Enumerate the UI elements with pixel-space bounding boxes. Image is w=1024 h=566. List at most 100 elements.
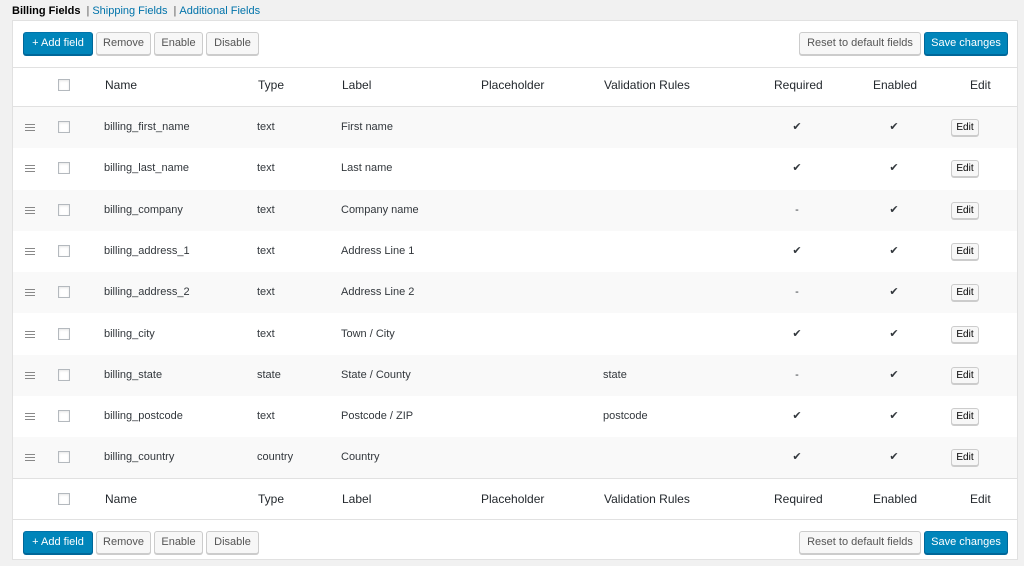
- field-label: Town / City: [341, 327, 395, 340]
- table-row: billing_address_2 text Address Line 2 - ✔ Edi…: [13, 272, 1017, 314]
- field-name: billing_country: [104, 451, 175, 464]
- drag-handle-icon[interactable]: [25, 247, 35, 255]
- edit-button[interactable]: Edit: [951, 325, 979, 343]
- required-checkmark-icon: ✔: [792, 327, 802, 340]
- field-name: billing_address_2: [104, 286, 190, 299]
- column-footer-placeholder: Placeholder: [481, 492, 545, 506]
- select-all-checkbox[interactable]: [58, 79, 70, 91]
- row-select-checkbox[interactable]: [58, 286, 70, 299]
- field-name: billing_state: [104, 368, 163, 381]
- edit-button[interactable]: Edit: [951, 119, 979, 136]
- reset-defaults-button[interactable]: Reset to default fields: [799, 32, 921, 55]
- field-label: Company name: [341, 203, 419, 216]
- field-validation: state: [603, 368, 627, 381]
- edit-button[interactable]: Edit: [951, 366, 979, 384]
- table-row: billing_last_name text Last name ✔ ✔ Edit: [13, 148, 1017, 189]
- row-select-checkbox[interactable]: [58, 368, 70, 381]
- drag-handle-icon[interactable]: [25, 413, 35, 421]
- required-checkmark-icon: ✔: [792, 244, 802, 257]
- disable-button[interactable]: Disable: [206, 32, 259, 55]
- remove-button[interactable]: Remove: [96, 32, 151, 55]
- tab-separator: |: [86, 5, 90, 17]
- column-header-name: Name: [105, 78, 138, 92]
- row-select-checkbox[interactable]: [58, 451, 70, 464]
- field-type: state: [257, 368, 281, 381]
- field-type: text: [257, 327, 275, 340]
- disable-button[interactable]: Disable: [206, 531, 259, 554]
- table-row: billing_first_name text First name ✔ ✔ Edit: [13, 107, 1017, 148]
- required-checkmark-icon: ✔: [792, 121, 802, 133]
- remove-button[interactable]: Remove: [96, 531, 151, 554]
- add-field-button[interactable]: + Add field: [23, 531, 93, 554]
- edit-button[interactable]: Edit: [951, 408, 979, 426]
- enabled-checkmark-icon: ✔: [889, 327, 899, 340]
- enabled-checkmark-icon: ✔: [889, 244, 899, 257]
- drag-handle-icon[interactable]: [25, 330, 35, 338]
- row-select-checkbox[interactable]: [58, 410, 70, 423]
- required-dash: -: [795, 203, 799, 216]
- field-name: billing_address_1: [104, 244, 190, 257]
- edit-button[interactable]: Edit: [951, 449, 979, 467]
- field-tabs: Billing Fields | Shipping Fields | Addit…: [12, 4, 260, 18]
- tab-billing-fields[interactable]: Billing Fields: [12, 5, 80, 17]
- column-footer-required: Required: [774, 492, 823, 506]
- field-name: billing_company: [104, 203, 183, 216]
- field-label: Address Line 2: [341, 286, 415, 299]
- row-select-checkbox[interactable]: [58, 162, 70, 175]
- enable-button[interactable]: Enable: [154, 32, 203, 55]
- table-row: billing_country country Country ✔ ✔ Edit: [13, 437, 1017, 479]
- enabled-checkmark-icon: ✔: [889, 286, 899, 299]
- table-row: billing_city text Town / City ✔ ✔ Edit: [13, 314, 1017, 355]
- save-changes-button[interactable]: Save changes: [924, 531, 1008, 554]
- edit-button[interactable]: Edit: [951, 242, 979, 260]
- drag-handle-icon[interactable]: [25, 454, 35, 462]
- tab-additional-fields[interactable]: Additional Fields: [179, 5, 260, 17]
- required-dash: -: [795, 368, 799, 381]
- row-select-checkbox[interactable]: [58, 327, 70, 340]
- field-name: billing_city: [104, 327, 155, 340]
- column-header-placeholder: Placeholder: [481, 78, 545, 92]
- select-all-checkbox[interactable]: [58, 493, 70, 505]
- field-name: billing_last_name: [104, 162, 189, 175]
- enabled-checkmark-icon: ✔: [889, 203, 899, 216]
- reset-defaults-button[interactable]: Reset to default fields: [799, 531, 921, 554]
- edit-button[interactable]: Edit: [951, 160, 979, 178]
- field-label: First name: [341, 121, 393, 133]
- column-footer-name: Name: [105, 492, 138, 506]
- field-name: billing_postcode: [104, 410, 183, 423]
- edit-button[interactable]: Edit: [951, 284, 979, 302]
- field-type: text: [257, 162, 275, 175]
- row-select-checkbox[interactable]: [58, 244, 70, 257]
- field-name: billing_first_name: [104, 121, 190, 133]
- table-footer-row: Name Type Label Placeholder Validation R…: [13, 479, 1017, 520]
- field-type: text: [257, 244, 275, 257]
- column-footer-label: Label: [342, 492, 372, 506]
- field-type: country: [257, 451, 294, 464]
- column-footer-validation: Validation Rules: [604, 492, 690, 506]
- drag-handle-icon[interactable]: [25, 289, 35, 297]
- field-type: text: [257, 203, 275, 216]
- fields-table-panel: + Add field Remove Enable Disable Reset …: [12, 20, 1018, 560]
- field-label: Postcode / ZIP: [341, 410, 414, 423]
- field-label: Last name: [341, 162, 393, 175]
- enabled-checkmark-icon: ✔: [889, 162, 899, 175]
- enable-button[interactable]: Enable: [154, 531, 203, 554]
- add-field-button[interactable]: + Add field: [23, 32, 93, 55]
- field-validation: postcode: [603, 410, 648, 423]
- table-header-row: Name Type Label Placeholder Validation R…: [13, 65, 1017, 106]
- enabled-checkmark-icon: ✔: [889, 121, 899, 133]
- edit-button[interactable]: Edit: [951, 201, 979, 219]
- drag-handle-icon[interactable]: [25, 206, 35, 214]
- enabled-checkmark-icon: ✔: [889, 451, 899, 464]
- drag-handle-icon[interactable]: [25, 165, 35, 173]
- row-select-checkbox[interactable]: [58, 121, 70, 133]
- table-row: billing_state state State / County state - ✔ E…: [13, 354, 1017, 396]
- row-select-checkbox[interactable]: [58, 203, 70, 216]
- column-header-enabled: Enabled: [873, 78, 918, 92]
- enabled-checkmark-icon: ✔: [889, 410, 899, 423]
- save-changes-button[interactable]: Save changes: [924, 32, 1008, 55]
- drag-handle-icon[interactable]: [25, 124, 35, 131]
- table-row: billing_company text Company name - ✔ Edit: [13, 189, 1017, 231]
- tab-shipping-fields[interactable]: Shipping Fields: [92, 5, 167, 17]
- drag-handle-icon[interactable]: [25, 371, 35, 379]
